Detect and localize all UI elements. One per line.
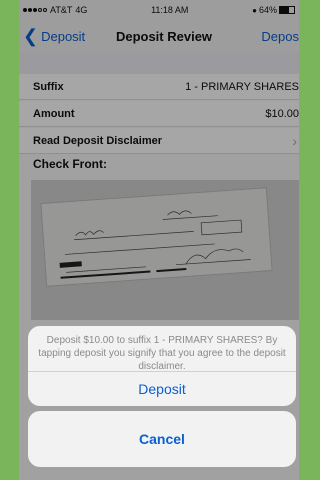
alert-message: Deposit $10.00 to suffix 1 - PRIMARY SHA… [28,326,296,372]
cancel-sheet: Cancel [28,411,296,467]
deposit-button[interactable]: Deposit [28,372,296,406]
phone-screen: AT&T 4G 11:18 AM ● 64% ❮ Deposit Deposit… [19,0,299,480]
modal-overlay[interactable] [19,0,299,480]
deposit-confirm-alert: Deposit $10.00 to suffix 1 - PRIMARY SHA… [28,326,296,406]
cancel-button[interactable]: Cancel [28,411,296,467]
alert-message-text: Deposit $10.00 to suffix 1 - PRIMARY SHA… [38,335,286,372]
